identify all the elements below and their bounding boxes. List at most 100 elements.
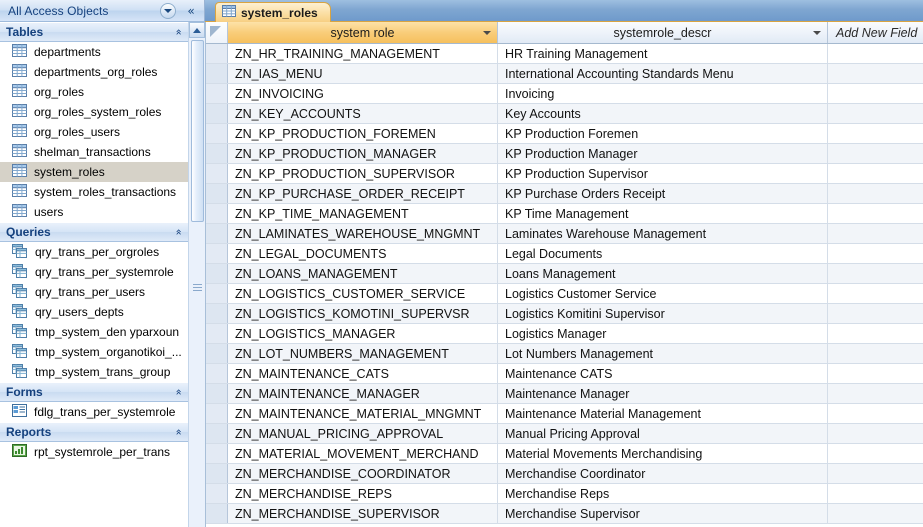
row-selector[interactable] <box>206 504 228 523</box>
cell-systemrole-descr[interactable]: International Accounting Standards Menu <box>498 64 828 83</box>
nav-item-qry-trans-per-orgroles[interactable]: qry_trans_per_orgroles <box>0 242 188 262</box>
cell-add-new-field[interactable] <box>828 264 923 283</box>
nav-item-qry-users-depts[interactable]: qry_users_depts <box>0 302 188 322</box>
table-row[interactable]: ZN_MAINTENANCE_MATERIAL_MNGMNT Maintenanc… <box>206 404 923 424</box>
table-row[interactable]: ZN_LOGISTICS_KOMOTINI_SUPERVSR Logistics … <box>206 304 923 324</box>
cell-add-new-field[interactable] <box>828 344 923 363</box>
cell-systemrole-descr[interactable]: Legal Documents <box>498 244 828 263</box>
cell-add-new-field[interactable] <box>828 304 923 323</box>
row-selector[interactable] <box>206 244 228 263</box>
nav-group-header-tables[interactable]: Tables « <box>0 22 188 42</box>
double-chevron-left-icon[interactable]: « <box>180 2 202 20</box>
cell-systemrole-descr[interactable]: KP Production Supervisor <box>498 164 828 183</box>
row-selector[interactable] <box>206 44 228 63</box>
cell-systemrole-descr[interactable]: Maintenance CATS <box>498 364 828 383</box>
cell-add-new-field[interactable] <box>828 164 923 183</box>
nav-item-org-roles-users[interactable]: org_roles_users <box>0 122 188 142</box>
column-header-system-role[interactable]: system role <box>228 22 498 43</box>
nav-item-tmp-system-den-yparxoun[interactable]: tmp_system_den yparxoun <box>0 322 188 342</box>
cell-add-new-field[interactable] <box>828 124 923 143</box>
cell-systemrole-descr[interactable]: Loans Management <box>498 264 828 283</box>
table-row[interactable]: ZN_LOANS_MANAGEMENT Loans Management <box>206 264 923 284</box>
cell-add-new-field[interactable] <box>828 464 923 483</box>
cell-systemrole-descr[interactable]: Material Movements Merchandising <box>498 444 828 463</box>
table-row[interactable]: ZN_MANUAL_PRICING_APPROVAL Manual Pricing… <box>206 424 923 444</box>
row-selector[interactable] <box>206 264 228 283</box>
cell-systemrole-descr[interactable]: Invoicing <box>498 84 828 103</box>
cell-systemrole-descr[interactable]: Merchandise Supervisor <box>498 504 828 523</box>
row-selector[interactable] <box>206 284 228 303</box>
cell-system-role[interactable]: ZN_LOGISTICS_MANAGER <box>228 324 498 343</box>
table-row[interactable]: ZN_IAS_MENU International Accounting Stan… <box>206 64 923 84</box>
nav-item-qry-trans-per-systemrole[interactable]: qry_trans_per_systemrole <box>0 262 188 282</box>
cell-systemrole-descr[interactable]: Maintenance Material Management <box>498 404 828 423</box>
cell-systemrole-descr[interactable]: KP Production Manager <box>498 144 828 163</box>
nav-item-tmp-system-organotikoi[interactable]: tmp_system_organotikoi_... <box>0 342 188 362</box>
nav-item-users[interactable]: users <box>0 202 188 222</box>
scroll-up-button[interactable] <box>189 22 205 38</box>
cell-add-new-field[interactable] <box>828 324 923 343</box>
chevron-down-icon[interactable] <box>813 30 821 35</box>
double-chevron-up-icon[interactable]: « <box>173 429 186 436</box>
table-row[interactable]: ZN_KP_PRODUCTION_MANAGER KP Production Ma… <box>206 144 923 164</box>
cell-systemrole-descr[interactable]: Merchandise Reps <box>498 484 828 503</box>
cell-system-role[interactable]: ZN_KP_PRODUCTION_MANAGER <box>228 144 498 163</box>
cell-systemrole-descr[interactable]: KP Production Foremen <box>498 124 828 143</box>
cell-system-role[interactable]: ZN_MERCHANDISE_COORDINATOR <box>228 464 498 483</box>
cell-systemrole-descr[interactable]: Lot Numbers Management <box>498 344 828 363</box>
row-selector[interactable] <box>206 484 228 503</box>
table-row[interactable]: ZN_MAINTENANCE_MANAGER Maintenance Manage… <box>206 384 923 404</box>
table-row[interactable]: ZN_INVOICING Invoicing <box>206 84 923 104</box>
chevron-down-circle-icon[interactable] <box>160 3 176 19</box>
cell-system-role[interactable]: ZN_LOANS_MANAGEMENT <box>228 264 498 283</box>
cell-add-new-field[interactable] <box>828 504 923 523</box>
cell-systemrole-descr[interactable]: Merchandise Coordinator <box>498 464 828 483</box>
cell-add-new-field[interactable] <box>828 224 923 243</box>
nav-item-departments[interactable]: departments <box>0 42 188 62</box>
row-selector[interactable] <box>206 104 228 123</box>
row-selector[interactable] <box>206 364 228 383</box>
row-selector[interactable] <box>206 384 228 403</box>
table-row[interactable]: ZN_MATERIAL_MOVEMENT_MERCHAND Material Mo… <box>206 444 923 464</box>
table-row[interactable]: ZN_KP_PURCHASE_ORDER_RECEIPT KP Purchase … <box>206 184 923 204</box>
row-selector[interactable] <box>206 344 228 363</box>
column-header-add-new-field[interactable]: Add New Field <box>828 22 923 43</box>
nav-item-rpt-systemrole-per-trans[interactable]: rpt_systemrole_per_trans <box>0 442 188 462</box>
nav-item-tmp-system-trans-group[interactable]: tmp_system_trans_group <box>0 362 188 382</box>
row-selector[interactable] <box>206 64 228 83</box>
cell-system-role[interactable]: ZN_MATERIAL_MOVEMENT_MERCHAND <box>228 444 498 463</box>
cell-system-role[interactable]: ZN_MAINTENANCE_CATS <box>228 364 498 383</box>
nav-item-fdlg-trans-per-systemrole[interactable]: fdlg_trans_per_systemrole <box>0 402 188 422</box>
cell-add-new-field[interactable] <box>828 64 923 83</box>
row-selector[interactable] <box>206 204 228 223</box>
cell-system-role[interactable]: ZN_HR_TRAINING_MANAGEMENT <box>228 44 498 63</box>
cell-system-role[interactable]: ZN_MERCHANDISE_SUPERVISOR <box>228 504 498 523</box>
tab-system-roles[interactable]: system_roles <box>215 2 331 22</box>
cell-systemrole-descr[interactable]: Key Accounts <box>498 104 828 123</box>
nav-group-header-queries[interactable]: Queries « <box>0 222 188 242</box>
table-row[interactable]: ZN_MAINTENANCE_CATS Maintenance CATS <box>206 364 923 384</box>
nav-item-system-roles-transactions[interactable]: system_roles_transactions <box>0 182 188 202</box>
column-header-systemrole-descr[interactable]: systemrole_descr <box>498 22 828 43</box>
double-chevron-up-icon[interactable]: « <box>173 229 186 236</box>
cell-system-role[interactable]: ZN_KP_PURCHASE_ORDER_RECEIPT <box>228 184 498 203</box>
cell-add-new-field[interactable] <box>828 244 923 263</box>
cell-add-new-field[interactable] <box>828 424 923 443</box>
cell-systemrole-descr[interactable]: Laminates Warehouse Management <box>498 224 828 243</box>
double-chevron-up-icon[interactable]: « <box>173 29 186 36</box>
nav-group-header-forms[interactable]: Forms « <box>0 382 188 402</box>
cell-system-role[interactable]: ZN_KP_PRODUCTION_SUPERVISOR <box>228 164 498 183</box>
row-selector[interactable] <box>206 84 228 103</box>
cell-add-new-field[interactable] <box>828 104 923 123</box>
cell-systemrole-descr[interactable]: HR Training Management <box>498 44 828 63</box>
cell-add-new-field[interactable] <box>828 444 923 463</box>
cell-add-new-field[interactable] <box>828 144 923 163</box>
cell-system-role[interactable]: ZN_KP_TIME_MANAGEMENT <box>228 204 498 223</box>
cell-add-new-field[interactable] <box>828 404 923 423</box>
row-selector[interactable] <box>206 144 228 163</box>
nav-item-qry-trans-per-users[interactable]: qry_trans_per_users <box>0 282 188 302</box>
row-selector[interactable] <box>206 464 228 483</box>
row-selector[interactable] <box>206 164 228 183</box>
row-selector[interactable] <box>206 124 228 143</box>
cell-add-new-field[interactable] <box>828 364 923 383</box>
